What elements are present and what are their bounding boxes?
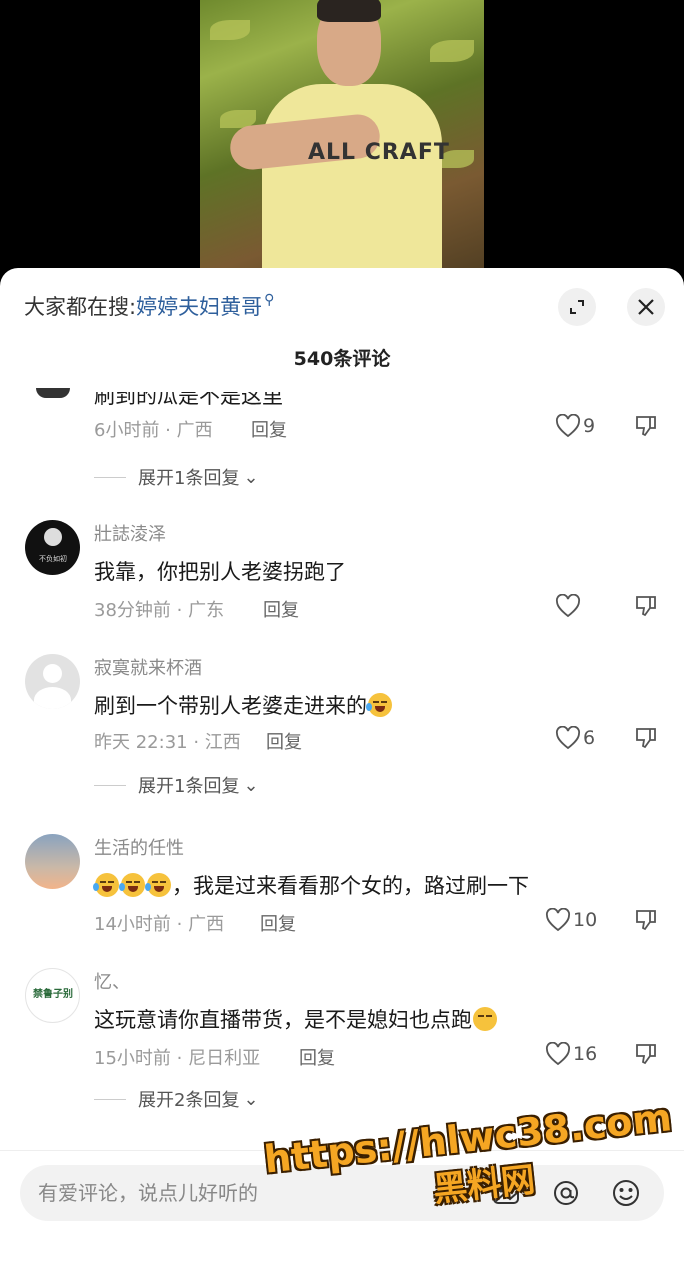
heart-icon — [556, 414, 580, 438]
person-hair — [317, 0, 381, 22]
like-count: 10 — [573, 909, 598, 931]
expand-replies[interactable]: 展开1条回复 ⌄ — [94, 464, 259, 490]
like-button[interactable]: 10 — [545, 908, 597, 932]
video-player[interactable]: ALL CRAFT — [0, 0, 684, 290]
leaf-decoration — [430, 40, 474, 62]
comment-username[interactable]: 生活的任性 — [94, 834, 184, 860]
expand-replies[interactable]: 展开1条回复 ⌄ — [94, 772, 259, 798]
comment-text: ，我是过来看看那个女的，路过刷一下 — [93, 870, 529, 900]
comment-text-body: 刷到一个带别人老婆走进来的 — [94, 694, 367, 718]
comment-time: 6小时前 — [94, 420, 160, 441]
dislike-button[interactable] — [634, 594, 658, 622]
comment-text: 刷到的瓜是不是这里 — [94, 384, 283, 408]
expand-icon — [570, 300, 584, 314]
comment-location: 广东 — [188, 600, 225, 621]
reply-button[interactable]: 回复 — [266, 728, 302, 754]
dislike-button[interactable] — [634, 726, 658, 754]
dislike-icon — [636, 728, 656, 749]
comment-count: 540条评论 — [293, 348, 391, 370]
avatar-shoulders — [34, 687, 71, 709]
divider — [94, 1098, 126, 1100]
comment-text-body: 这玩意请你直播带货，是不是媳妇也点跑 — [94, 1008, 472, 1032]
leaf-decoration — [210, 20, 250, 40]
comment-time: 38分钟前 — [94, 600, 171, 621]
comment-time: 15小时前 — [94, 1048, 171, 1069]
expand-replies-label: 展开2条回复 — [138, 1090, 240, 1111]
dislike-icon — [636, 910, 656, 931]
heart-icon — [556, 726, 580, 750]
dislike-button[interactable] — [634, 1042, 658, 1070]
shirt-print: ALL CRAFT — [308, 140, 450, 165]
like-button[interactable]: 16 — [545, 1042, 597, 1066]
search-icon: ⚲ — [264, 292, 275, 308]
avatar[interactable] — [36, 388, 70, 398]
avatar-head — [43, 664, 62, 683]
like-button[interactable]: 6 — [555, 726, 595, 750]
crying-laughing-emoji — [93, 873, 119, 897]
like-count: 9 — [583, 415, 596, 437]
comment-text: 我靠，你把别人老婆拐跑了 — [94, 560, 346, 584]
comment-username[interactable]: 壯誌淩泽 — [94, 520, 166, 546]
chevron-down-icon: ⌄ — [243, 1088, 259, 1110]
comment-text: 刷到一个带别人老婆走进来的 — [94, 690, 393, 720]
dislike-icon — [636, 416, 656, 437]
close-button[interactable] — [627, 288, 665, 326]
dislike-icon — [636, 1044, 656, 1065]
expand-replies-label: 展开1条回复 — [138, 468, 240, 489]
comment-location: 尼日利亚 — [188, 1048, 261, 1069]
comment-meta: 昨天 22:31 · 江西 — [94, 732, 241, 753]
reply-button[interactable]: 回复 — [299, 1044, 335, 1070]
trending-search[interactable]: 大家都在搜: 婷婷夫妇黄哥 ⚲ — [24, 288, 274, 324]
comment-location: 江西 — [204, 732, 241, 753]
avatar[interactable] — [25, 654, 80, 709]
heart-icon — [546, 1042, 570, 1066]
dislike-icon — [636, 596, 656, 617]
comment-text: 这玩意请你直播带货，是不是媳妇也点跑 — [94, 1004, 498, 1034]
divider — [94, 784, 126, 786]
like-button[interactable] — [555, 594, 583, 618]
comment-meta: 38分钟前 · 广东 — [94, 600, 225, 621]
expand-replies-label: 展开1条回复 — [138, 776, 240, 797]
avatar-figure — [44, 528, 62, 546]
avatar-text: 禁鲁子别 — [33, 989, 73, 1000]
comment-text-body: ，我是过来看看那个女的，路过刷一下 — [172, 874, 529, 898]
heart-icon — [546, 908, 570, 932]
search-term-link[interactable]: 婷婷夫妇黄哥 — [136, 291, 262, 321]
dislike-button[interactable] — [634, 908, 658, 936]
crying-laughing-emoji — [119, 873, 145, 897]
chevron-down-icon: ⌄ — [243, 774, 259, 796]
divider — [94, 476, 126, 478]
chevron-down-icon: ⌄ — [243, 466, 259, 488]
avatar[interactable]: 禁鲁子别 — [25, 968, 80, 1023]
expand-button[interactable] — [558, 288, 596, 326]
avatar[interactable] — [25, 834, 80, 889]
reply-button[interactable]: 回复 — [263, 596, 299, 622]
comment-time: 14小时前 — [94, 914, 171, 935]
video-frame: ALL CRAFT — [200, 0, 484, 290]
crying-laughing-emoji — [145, 873, 171, 897]
comment-meta: 6小时前 · 广西 — [94, 420, 213, 441]
kissing-emoji — [473, 1007, 497, 1031]
heart-icon — [556, 594, 580, 618]
comment-meta: 14小时前 · 广西 — [94, 914, 225, 935]
search-prefix: 大家都在搜: — [24, 295, 137, 319]
avatar-text: 不负如初 — [39, 555, 67, 563]
comment-meta: 15小时前 · 尼日利亚 — [94, 1048, 261, 1069]
reply-button[interactable]: 回复 — [260, 910, 296, 936]
comment-location: 广西 — [188, 914, 225, 935]
close-icon — [638, 299, 654, 315]
like-count: 6 — [583, 727, 596, 749]
dislike-button[interactable] — [634, 414, 658, 442]
like-button[interactable]: 9 — [555, 414, 595, 438]
like-count: 16 — [573, 1043, 598, 1065]
crying-laughing-emoji — [366, 693, 392, 717]
comment-location: 广西 — [176, 420, 213, 441]
comment-username[interactable]: 寂寞就来杯酒 — [94, 654, 202, 680]
comment-username[interactable]: 忆、 — [94, 968, 130, 994]
expand-replies[interactable]: 展开2条回复 ⌄ — [94, 1086, 259, 1112]
avatar[interactable]: 不负如初 — [25, 520, 80, 575]
reply-button[interactable]: 回复 — [251, 416, 287, 442]
comment-time: 昨天 22:31 — [94, 732, 188, 753]
